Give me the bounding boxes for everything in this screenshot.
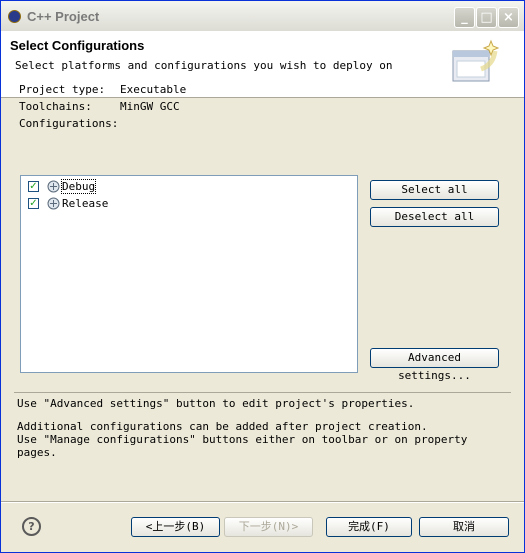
title-bar[interactable]: C++ Project _ □ × bbox=[1, 1, 524, 31]
config-item-label: Release bbox=[62, 197, 109, 210]
help-icon[interactable]: ? bbox=[22, 517, 41, 536]
page-title: Select Configurations bbox=[10, 38, 145, 53]
toolchains-value: MinGW GCC bbox=[120, 100, 180, 113]
status-message-area: Use "Advanced settings" button to edit p… bbox=[14, 392, 511, 459]
back-button[interactable]: <上一步(B) bbox=[131, 517, 220, 537]
page-description: Select platforms and configurations you … bbox=[15, 59, 393, 72]
select-all-button[interactable]: Select all bbox=[370, 180, 499, 200]
window-title: C++ Project bbox=[27, 9, 100, 24]
deselect-all-button[interactable]: Deselect all bbox=[370, 207, 499, 227]
configurations-label: Configurations: bbox=[19, 117, 119, 130]
wizard-banner-icon bbox=[452, 39, 500, 82]
maximize-button[interactable]: □ bbox=[476, 7, 497, 28]
toolchains-label: Toolchains: bbox=[19, 100, 92, 113]
close-button[interactable]: × bbox=[498, 7, 519, 28]
next-button[interactable]: 下一步(N)> bbox=[224, 517, 313, 537]
dialog-window: C++ Project _ □ × Select Configurations … bbox=[0, 0, 525, 553]
config-icon bbox=[47, 197, 60, 210]
advanced-settings-button[interactable]: Advanced settings... bbox=[370, 348, 499, 382]
release-checkbox[interactable]: ✓ bbox=[28, 198, 39, 209]
eclipse-icon bbox=[8, 10, 21, 23]
debug-checkbox[interactable]: ✓ bbox=[28, 181, 39, 192]
minimize-button[interactable]: _ bbox=[454, 7, 475, 28]
finish-button[interactable]: 完成(F) bbox=[326, 517, 412, 537]
status-line-3: Use "Manage configurations" buttons eith… bbox=[17, 433, 468, 459]
project-type-value: Executable bbox=[120, 83, 187, 96]
config-item-label: Debug bbox=[60, 179, 97, 194]
configurations-list[interactable]: ✓ Debug ✓ Release bbox=[20, 175, 358, 373]
cancel-button[interactable]: 取消 bbox=[419, 517, 509, 537]
footer-separator bbox=[1, 501, 524, 503]
status-line-1: Use "Advanced settings" button to edit p… bbox=[17, 397, 415, 410]
config-icon bbox=[47, 180, 60, 193]
status-line-2: Additional configurations can be added a… bbox=[17, 420, 428, 433]
project-type-label: Project type: bbox=[19, 83, 106, 96]
